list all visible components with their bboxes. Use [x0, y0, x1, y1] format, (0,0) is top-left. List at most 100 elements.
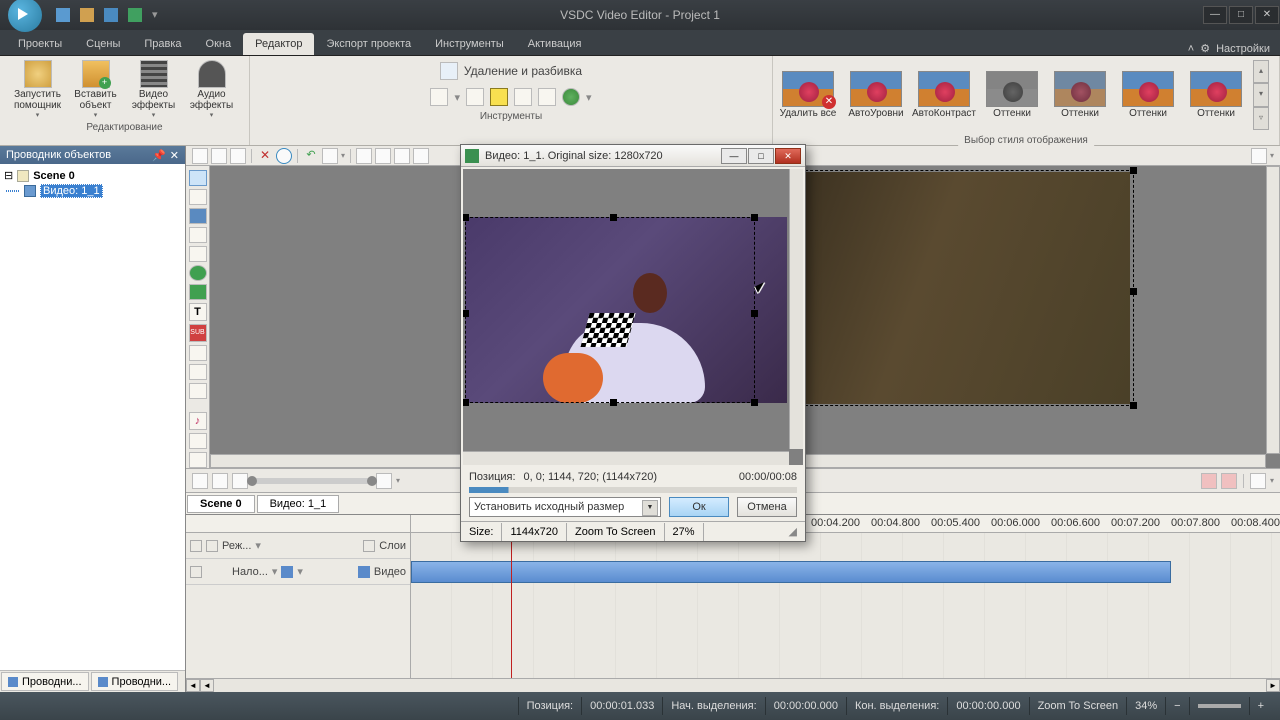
qat-more-icon[interactable]: ▾	[152, 8, 166, 22]
menu-tab-editor[interactable]: Редактор	[243, 33, 314, 55]
copy-icon[interactable]	[211, 148, 227, 164]
app-logo-icon[interactable]	[8, 0, 42, 32]
dialog-titlebar[interactable]: Видео: 1_1. Original size: 1280x720 — □ …	[461, 145, 805, 167]
music-tool-icon[interactable]: ♪	[189, 412, 207, 430]
paste-icon[interactable]	[230, 148, 246, 164]
tool-icon[interactable]	[538, 88, 556, 106]
style-shades-4[interactable]: Оттенки	[1185, 71, 1247, 119]
menu-tab-activation[interactable]: Активация	[516, 33, 594, 55]
expand-icon[interactable]: ⊟	[4, 169, 13, 182]
pointer-tool-icon[interactable]	[189, 170, 207, 186]
style-shades-1[interactable]: Оттенки	[981, 71, 1043, 119]
menu-tab-edit[interactable]: Правка	[132, 33, 193, 55]
tree-node-scene[interactable]: ⊟ Scene 0	[4, 168, 181, 183]
size-mode-combobox[interactable]: Установить исходный размер	[469, 497, 661, 517]
tool-icon[interactable]	[466, 88, 484, 106]
align-icon[interactable]	[394, 148, 410, 164]
scene-tab-0[interactable]: Scene 0	[187, 495, 255, 513]
playhead[interactable]	[511, 533, 512, 678]
tool-icon[interactable]	[430, 88, 448, 106]
tool-icon[interactable]	[514, 88, 532, 106]
insert-object-button[interactable]: + Вставить объект ▾	[67, 58, 125, 121]
scene-tab-video[interactable]: Видео: 1_1	[257, 495, 340, 513]
align-icon[interactable]	[375, 148, 391, 164]
zoom-out-icon[interactable]	[232, 473, 248, 489]
explorer-tab-1[interactable]: Проводни...	[1, 672, 89, 691]
dialog-zoom-button[interactable]: Zoom To Screen	[567, 523, 665, 541]
person-tool-icon[interactable]	[189, 383, 207, 399]
align-icon[interactable]	[356, 148, 372, 164]
zoom-icon[interactable]	[376, 473, 392, 489]
styles-scrollbar[interactable]: ▴▾▿	[1253, 60, 1269, 130]
cancel-button[interactable]: Отмена	[737, 497, 797, 517]
crop-selection[interactable]	[465, 217, 755, 403]
dialog-close-icon[interactable]: ✕	[775, 148, 801, 164]
text-tool-icon[interactable]: T	[189, 303, 207, 321]
eye-icon[interactable]	[190, 566, 202, 578]
menu-tab-projects[interactable]: Проекты	[6, 33, 74, 55]
shape-tool-icon[interactable]	[189, 246, 207, 262]
track-icon[interactable]	[363, 540, 375, 552]
dialog-minimize-icon[interactable]: —	[721, 148, 747, 164]
cut-icon[interactable]	[192, 148, 208, 164]
timeline-row-mode[interactable]: Реж... ▾ Слои	[186, 533, 410, 559]
menu-tab-tools[interactable]: Инструменты	[423, 33, 516, 55]
qat-open-icon[interactable]	[80, 8, 94, 22]
style-shades-3[interactable]: Оттенки	[1117, 71, 1179, 119]
tool-icon[interactable]	[189, 433, 207, 449]
lock-icon[interactable]	[190, 540, 202, 552]
explorer-tab-2[interactable]: Проводни...	[91, 672, 179, 691]
marker-icon[interactable]	[1250, 473, 1266, 489]
selection-rect[interactable]	[790, 170, 1134, 406]
style-delete-all[interactable]: ✕Удалить все	[777, 71, 839, 119]
tool-icon[interactable]	[189, 189, 207, 205]
zoom-in-icon[interactable]	[212, 473, 228, 489]
zoom-in-icon[interactable]: +	[1249, 697, 1272, 715]
chart-tool-icon[interactable]	[189, 364, 207, 380]
style-autolevels[interactable]: АвтоУровни	[845, 71, 907, 119]
status-zoom-button[interactable]: Zoom To Screen	[1029, 697, 1127, 715]
run-helper-button[interactable]: Запустить помощник ▾	[9, 58, 67, 121]
timeline-tracks-area[interactable]	[411, 533, 1280, 678]
video-effects-button[interactable]: Видео эффекты ▾	[125, 58, 183, 121]
style-shades-2[interactable]: Оттенки	[1049, 71, 1111, 119]
dialog-hscrollbar[interactable]	[463, 451, 789, 465]
undo-icon[interactable]: ↶	[303, 148, 319, 164]
marker-icon[interactable]	[1221, 473, 1237, 489]
video-clip[interactable]	[411, 561, 1171, 583]
rect-tool-icon[interactable]	[189, 208, 207, 224]
subtitle-tool-icon[interactable]: SUB	[189, 324, 207, 342]
timeline-row-overlay[interactable]: Нало... ▾ ▾ Видео	[186, 559, 410, 585]
audio-effects-button[interactable]: Аудио эффекты ▾	[183, 58, 241, 121]
tooltip-tool-icon[interactable]	[189, 345, 207, 361]
object-tree[interactable]: ⊟ Scene 0 Видео: 1_1	[0, 164, 185, 670]
circle-tool-icon[interactable]	[276, 148, 292, 164]
zoom-fit-icon[interactable]	[192, 473, 208, 489]
menu-tab-scenes[interactable]: Сцены	[74, 33, 132, 55]
ellipse-tool-icon[interactable]	[189, 265, 207, 281]
tool-icon[interactable]	[490, 88, 508, 106]
tree-node-video[interactable]: Видео: 1_1	[4, 183, 181, 199]
tool-icon[interactable]	[189, 452, 207, 468]
qat-save-icon[interactable]	[104, 8, 118, 22]
preview-vscrollbar[interactable]	[1266, 166, 1280, 454]
freeform-tool-icon[interactable]	[189, 284, 207, 300]
scissors-icon[interactable]	[440, 62, 458, 80]
dialog-canvas[interactable]	[463, 169, 803, 465]
pin-icon[interactable]: 📌	[152, 149, 166, 162]
eye-icon[interactable]	[206, 540, 218, 552]
redo-icon[interactable]	[322, 148, 338, 164]
zoom-slider[interactable]	[252, 478, 372, 484]
ok-button[interactable]: Ок	[669, 497, 729, 517]
line-tool-icon[interactable]	[189, 227, 207, 243]
menu-tab-export[interactable]: Экспорт проекта	[314, 33, 423, 55]
delete-icon[interactable]: ✕	[257, 148, 273, 164]
style-autocontrast[interactable]: АвтоКонтраст	[913, 71, 975, 119]
dialog-vscrollbar[interactable]	[789, 169, 803, 449]
zoom-out-icon[interactable]: −	[1165, 697, 1188, 715]
menu-tab-windows[interactable]: Окна	[194, 33, 244, 55]
maximize-button[interactable]: □	[1229, 6, 1253, 24]
minimize-button[interactable]: —	[1203, 6, 1227, 24]
dialog-maximize-icon[interactable]: □	[748, 148, 774, 164]
align-icon[interactable]	[413, 148, 429, 164]
